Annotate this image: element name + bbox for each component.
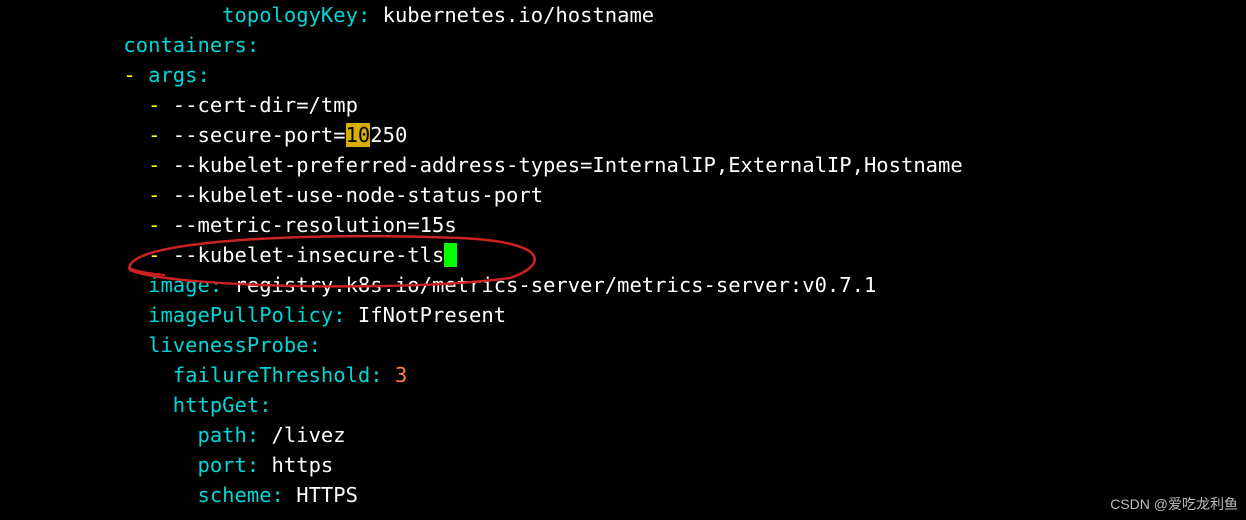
yaml-key: args [148,63,197,87]
line-arg-cert-dir: - --cert-dir=/tmp [0,93,358,117]
line-httpGet: httpGet: [0,393,272,417]
search-highlight: 10 [346,123,371,147]
yaml-list-dash: - [148,213,173,237]
yaml-value: /livez [259,423,345,447]
line-scheme: scheme: HTTPS [0,483,358,507]
yaml-value: registry.k8s.io/metrics-server/metrics-s… [222,273,876,297]
line-port: port: https [0,453,333,477]
line-topologyKey: topologyKey: kubernetes.io/hostname [0,3,654,27]
yaml-code-block: topologyKey: kubernetes.io/hostname cont… [0,0,1246,510]
arg-value: --kubelet-insecure-tls [173,243,445,267]
arg-value: --cert-dir=/tmp [173,93,358,117]
arg-value: --kubelet-use-node-status-port [173,183,543,207]
yaml-key: port [197,453,246,477]
line-path: path: /livez [0,423,346,447]
yaml-key: containers [123,33,246,57]
line-imagePullPolicy: imagePullPolicy: IfNotPresent [0,303,506,327]
yaml-key: httpGet [173,393,259,417]
yaml-list-dash: - [148,183,173,207]
yaml-value: HTTPS [284,483,358,507]
yaml-list-dash: - [123,63,148,87]
line-image: image: registry.k8s.io/metrics-server/me… [0,273,876,297]
yaml-key: path [197,423,246,447]
yaml-key: imagePullPolicy [148,303,333,327]
line-livenessProbe: livenessProbe: [0,333,321,357]
line-containers: containers: [0,33,259,57]
line-arg-node-status: - --kubelet-use-node-status-port [0,183,543,207]
watermark: CSDN @爱吃龙利鱼 [1110,494,1238,514]
yaml-value: IfNotPresent [346,303,506,327]
terminal-cursor [444,243,456,267]
yaml-value: kubernetes.io/hostname [370,3,654,27]
arg-value: 250 [370,123,407,147]
yaml-key: image [148,273,210,297]
line-args: - args: [0,63,210,87]
yaml-value-number: 3 [395,363,407,387]
arg-value: --metric-resolution=15s [173,213,457,237]
line-arg-metric-res: - --metric-resolution=15s [0,213,457,237]
yaml-key: scheme [197,483,271,507]
yaml-key: livenessProbe [148,333,308,357]
yaml-list-dash: - [148,93,173,117]
arg-value: --secure-port= [173,123,346,147]
line-arg-secure-port: - --secure-port=10250 [0,123,407,147]
arg-value: --kubelet-preferred-address-types=Intern… [173,153,963,177]
yaml-value: https [259,453,333,477]
yaml-key: topologyKey [222,3,358,27]
yaml-list-dash: - [148,153,173,177]
line-arg-preferred: - --kubelet-preferred-address-types=Inte… [0,153,963,177]
yaml-list-dash: - [148,243,173,267]
line-failureThreshold: failureThreshold: 3 [0,363,407,387]
yaml-list-dash: - [148,123,173,147]
yaml-key: failureThreshold [173,363,370,387]
line-arg-insecure: - --kubelet-insecure-tls [0,243,457,267]
